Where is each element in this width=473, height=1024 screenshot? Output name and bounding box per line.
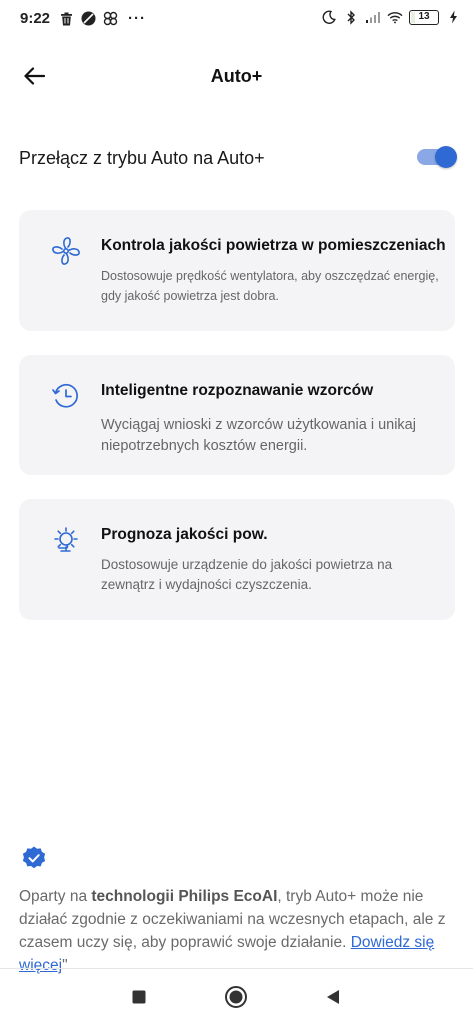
weather-forecast-icon: [49, 523, 83, 557]
moon-icon: [321, 9, 337, 25]
notification-icons: ···: [58, 10, 146, 27]
triangle-back-icon: [327, 990, 339, 1004]
trash-icon: [58, 11, 74, 27]
auto-plus-toggle[interactable]: [417, 146, 457, 168]
card-description: Dostosowuje urządzenie do jakości powiet…: [101, 557, 393, 592]
feature-card-indoor-air: Kontrola jakości powietrza w pomieszczen…: [19, 210, 455, 331]
charging-bolt-icon: [445, 9, 461, 25]
wifi-icon: [387, 9, 403, 25]
card-title: Prognoza jakości pow.: [101, 526, 268, 543]
history-clock-icon: [49, 379, 83, 413]
card-description: Dostosowuje prędkość wentylatora, aby os…: [101, 269, 439, 303]
square-icon: [132, 990, 146, 1004]
card-title: Kontrola jakości powietrza w pomieszczen…: [101, 237, 446, 254]
recent-apps-button[interactable]: [126, 984, 152, 1010]
verified-badge-icon: [21, 845, 47, 871]
nav-back-button[interactable]: [320, 984, 346, 1010]
fan-icon: [49, 234, 83, 268]
ecoai-disclaimer: Oparty na technologii Philips EcoAI, try…: [19, 888, 446, 974]
card-description: Wyciągaj wnioski z wzorców użytkowania i…: [101, 417, 416, 454]
app-header: Auto+: [0, 50, 473, 102]
home-button[interactable]: [223, 984, 249, 1010]
nav-divider: [0, 968, 473, 969]
shield-slash-icon: [80, 11, 96, 27]
auto-plus-toggle-row: Przełącz z trybu Auto na Auto+: [19, 140, 457, 176]
feature-card-forecast: Prognoza jakości pow. Dostosowuje urządz…: [19, 499, 455, 620]
toggle-thumb: [435, 146, 457, 168]
pinwheel-icon: [102, 11, 118, 27]
feature-card-patterns: Inteligentne rozpoznawanie wzorców Wycią…: [19, 355, 455, 475]
battery-indicator: 13: [409, 9, 439, 25]
bluetooth-icon: [343, 9, 359, 25]
page-title: Auto+: [210, 66, 263, 86]
card-title: Inteligentne rozpoznawanie wzorców: [101, 382, 374, 399]
status-time: 9:22: [20, 10, 51, 27]
system-icons: 13: [321, 9, 461, 25]
ecoai-technology-name: technologii Philips EcoAI: [91, 888, 278, 905]
system-navigation-bar: [0, 970, 473, 1024]
toggle-label: Przełącz z trybu Auto na Auto+: [19, 148, 265, 168]
status-bar: 9:22 ··· 13: [0, 0, 473, 40]
signal-icon: [365, 9, 381, 25]
more-notifications-icon: ···: [128, 10, 146, 27]
circle-icon: [225, 986, 247, 1008]
